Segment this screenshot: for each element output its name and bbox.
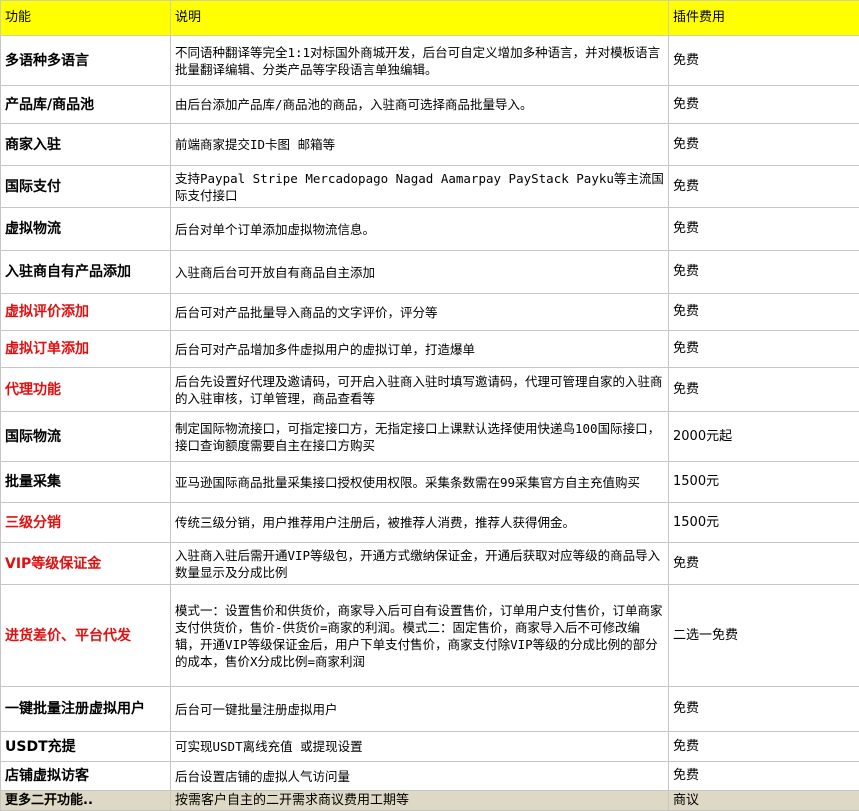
- feature-fee: 1500元: [669, 462, 859, 503]
- feature-fee: 免费: [669, 166, 859, 208]
- feature-description: 模式一：设置售价和供货价，商家导入后可自有设置售价，订单用户支付售价，订单商家支…: [171, 585, 669, 687]
- header-description: 说明: [171, 1, 669, 36]
- feature-name: 产品库/商品池: [1, 86, 171, 124]
- footer-fee: 商议: [669, 791, 859, 811]
- feature-fee: 免费: [669, 368, 859, 412]
- feature-description: 后台可对产品批量导入商品的文字评价，评分等: [171, 294, 669, 331]
- table-row: 多语种多语言 不同语种翻译等完全1:1对标国外商城开发，后台可自定义增加多种语言…: [1, 36, 859, 86]
- feature-fee: 免费: [669, 294, 859, 331]
- feature-name: 批量采集: [1, 462, 171, 503]
- feature-name: 店铺虚拟访客: [1, 762, 171, 791]
- feature-description: 后台对单个订单添加虚拟物流信息。: [171, 208, 669, 251]
- feature-name: 国际支付: [1, 166, 171, 208]
- feature-description: 传统三级分销，用户推荐用户注册后，被推荐人消费，推荐人获得佣金。: [171, 503, 669, 543]
- feature-description: 入驻商后台可开放自有商品自主添加: [171, 251, 669, 294]
- table-row: 进货差价、平台代发 模式一：设置售价和供货价，商家导入后可自有设置售价，订单用户…: [1, 585, 859, 687]
- feature-fee: 免费: [669, 687, 859, 732]
- feature-name: 虚拟评价添加: [1, 294, 171, 331]
- feature-description: 支持Paypal Stripe Mercadopago Nagad Aamarp…: [171, 166, 669, 208]
- table-row: 一键批量注册虚拟用户 后台可一键批量注册虚拟用户 免费: [1, 687, 859, 732]
- feature-fee: 免费: [669, 86, 859, 124]
- feature-fee: 免费: [669, 124, 859, 166]
- feature-fee: 二选一免费: [669, 585, 859, 687]
- table-row: 店铺虚拟访客 后台设置店铺的虚拟人气访问量 免费: [1, 762, 859, 791]
- feature-name: 商家入驻: [1, 124, 171, 166]
- feature-fee: 免费: [669, 762, 859, 791]
- feature-fee: 免费: [669, 732, 859, 762]
- feature-fee: 免费: [669, 36, 859, 86]
- feature-name: 一键批量注册虚拟用户: [1, 687, 171, 732]
- feature-name: 虚拟物流: [1, 208, 171, 251]
- feature-description: 前端商家提交ID卡图 邮箱等: [171, 124, 669, 166]
- feature-description: 入驻商入驻后需开通VIP等级包，开通方式缴纳保证金，开通后获取对应等级的商品导入…: [171, 543, 669, 585]
- footer-description: 按需客户自主的二开需求商议费用工期等: [171, 791, 669, 811]
- table-row: VIP等级保证金 入驻商入驻后需开通VIP等级包，开通方式缴纳保证金，开通后获取…: [1, 543, 859, 585]
- feature-description: 后台可一键批量注册虚拟用户: [171, 687, 669, 732]
- table-row: 产品库/商品池 由后台添加产品库/商品池的商品，入驻商可选择商品批量导入。 免费: [1, 86, 859, 124]
- table-row: 批量采集 亚马逊国际商品批量采集接口授权使用权限。采集条数需在99采集官方自主充…: [1, 462, 859, 503]
- feature-fee: 1500元: [669, 503, 859, 543]
- table-row: 国际物流 制定国际物流接口，可指定接口方，无指定接口上课默认选择使用快递鸟100…: [1, 412, 859, 462]
- table-row: 三级分销 传统三级分销，用户推荐用户注册后，被推荐人消费，推荐人获得佣金。 15…: [1, 503, 859, 543]
- table-row: USDT充提 可实现USDT离线充值 或提现设置 免费: [1, 732, 859, 762]
- table-row: 虚拟评价添加 后台可对产品批量导入商品的文字评价，评分等 免费: [1, 294, 859, 331]
- feature-description: 亚马逊国际商品批量采集接口授权使用权限。采集条数需在99采集官方自主充值购买: [171, 462, 669, 503]
- table-row: 虚拟订单添加 后台可对产品增加多件虚拟用户的虚拟订单，打造爆单 免费: [1, 331, 859, 368]
- feature-name: 入驻商自有产品添加: [1, 251, 171, 294]
- feature-description: 不同语种翻译等完全1:1对标国外商城开发，后台可自定义增加多种语言，并对模板语言…: [171, 36, 669, 86]
- feature-name: 虚拟订单添加: [1, 331, 171, 368]
- feature-description: 由后台添加产品库/商品池的商品，入驻商可选择商品批量导入。: [171, 86, 669, 124]
- feature-name: 进货差价、平台代发: [1, 585, 171, 687]
- feature-fee: 免费: [669, 331, 859, 368]
- feature-description: 后台可对产品增加多件虚拟用户的虚拟订单，打造爆单: [171, 331, 669, 368]
- feature-name: 代理功能: [1, 368, 171, 412]
- table-row: 虚拟物流 后台对单个订单添加虚拟物流信息。 免费: [1, 208, 859, 251]
- feature-name: 三级分销: [1, 503, 171, 543]
- feature-name: 国际物流: [1, 412, 171, 462]
- table-row: 代理功能 后台先设置好代理及邀请码，可开启入驻商入驻时填写邀请码，代理可管理自家…: [1, 368, 859, 412]
- feature-name: VIP等级保证金: [1, 543, 171, 585]
- header-row: 功能 说明 插件费用: [1, 1, 859, 36]
- feature-description: 后台设置店铺的虚拟人气访问量: [171, 762, 669, 791]
- table-row: 商家入驻 前端商家提交ID卡图 邮箱等 免费: [1, 124, 859, 166]
- footer-feature: 更多二开功能..: [1, 791, 171, 811]
- table-row: 入驻商自有产品添加 入驻商后台可开放自有商品自主添加 免费: [1, 251, 859, 294]
- feature-fee: 免费: [669, 208, 859, 251]
- header-fee: 插件费用: [669, 1, 859, 36]
- table-row: 国际支付 支持Paypal Stripe Mercadopago Nagad A…: [1, 166, 859, 208]
- feature-table: 功能 说明 插件费用 多语种多语言 不同语种翻译等完全1:1对标国外商城开发，后…: [0, 0, 859, 811]
- feature-fee: 免费: [669, 251, 859, 294]
- footer-row: 更多二开功能.. 按需客户自主的二开需求商议费用工期等 商议: [1, 791, 859, 811]
- feature-description: 后台先设置好代理及邀请码，可开启入驻商入驻时填写邀请码，代理可管理自家的入驻商的…: [171, 368, 669, 412]
- feature-fee: 免费: [669, 543, 859, 585]
- feature-description: 可实现USDT离线充值 或提现设置: [171, 732, 669, 762]
- header-feature: 功能: [1, 1, 171, 36]
- feature-description: 制定国际物流接口，可指定接口方，无指定接口上课默认选择使用快递鸟100国际接口，…: [171, 412, 669, 462]
- feature-fee: 2000元起: [669, 412, 859, 462]
- feature-name: USDT充提: [1, 732, 171, 762]
- feature-name: 多语种多语言: [1, 36, 171, 86]
